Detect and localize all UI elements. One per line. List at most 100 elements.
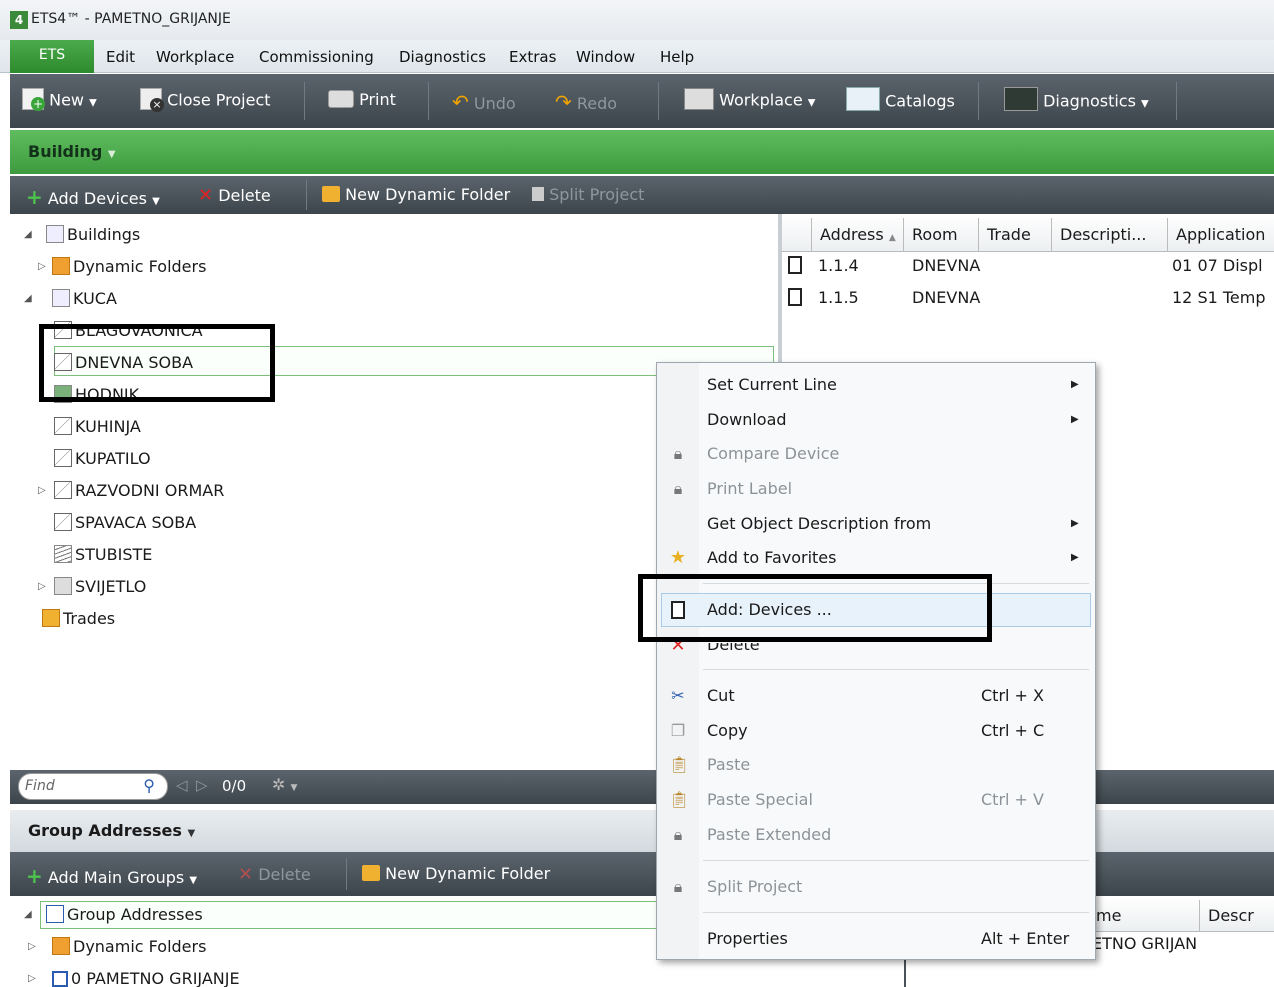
menu-item-cut[interactable]: Cut: [707, 686, 735, 705]
find-input[interactable]: Find ⚲: [18, 773, 168, 800]
tree-item-svijetlo[interactable]: ▷ SVIJETLO: [38, 574, 146, 600]
submenu-arrow-icon: ▶: [1071, 379, 1079, 390]
new-dynamic-folder-button[interactable]: New Dynamic Folder: [362, 864, 550, 883]
column-header-trade[interactable]: Trade: [979, 218, 1052, 252]
lock-icon: 🔒︎: [673, 877, 683, 896]
title-bar: 4 ETS4™ - PAMETNO_GRIJANJE: [0, 0, 1274, 40]
next-result-icon[interactable]: ▷: [196, 776, 208, 794]
toolbar-divider: [306, 180, 307, 210]
building-toolbar: + Add Devices ▼ ✕ Delete New Dynamic Fol…: [10, 176, 1274, 214]
menu-commissioning[interactable]: Commissioning: [259, 48, 374, 66]
column-header-name[interactable]: me: [1088, 900, 1200, 932]
lock-icon: 🔒︎: [673, 825, 683, 844]
room-icon: [54, 481, 72, 499]
menu-item-paste[interactable]: Paste: [707, 755, 750, 774]
menu-ets[interactable]: ETS: [10, 40, 94, 73]
tree-item-kuhinja[interactable]: KUHINJA: [54, 414, 141, 440]
tree-item-dynamic-folders[interactable]: ▷ Dynamic Folders: [24, 934, 206, 960]
collapsed-arrow-icon: ▷: [38, 485, 46, 496]
chevron-down-icon: ▼: [187, 828, 196, 839]
add-main-groups-button[interactable]: + Add Main Groups ▼: [26, 864, 197, 888]
group-addresses-title[interactable]: Group Addresses ▼: [28, 821, 195, 840]
chevron-down-icon: ▼: [152, 196, 160, 207]
menu-help[interactable]: Help: [660, 48, 694, 66]
menu-item-download[interactable]: Download: [707, 410, 787, 429]
menu-item-split-project[interactable]: Split Project: [707, 877, 802, 896]
tree-item-kupatilo[interactable]: KUPATILO: [54, 446, 151, 472]
main-toolbar: + New ▼ × Close Project Print ↶ Undo ↷ R…: [10, 74, 1274, 128]
tree-item-pametno-grijanje[interactable]: ▷ 0 PAMETNO GRIJANJE: [24, 966, 240, 987]
tree-item-stubiste[interactable]: STUBISTE: [54, 542, 152, 568]
add-devices-button[interactable]: + Add Devices ▼: [26, 185, 160, 209]
collapsed-arrow-icon: ▷: [28, 941, 36, 952]
chevron-down-icon: ▼: [807, 97, 816, 109]
menu-item-paste-special[interactable]: Paste Special: [707, 790, 813, 809]
building-title[interactable]: Building ▼: [28, 142, 116, 161]
split-project-button[interactable]: Split Project: [532, 185, 644, 204]
diagnostics-button[interactable]: Diagnostics ▼: [1004, 87, 1149, 114]
menu-window[interactable]: Window: [576, 48, 635, 66]
column-header-application[interactable]: Application: [1168, 218, 1274, 252]
chevron-down-icon: ▼: [1141, 98, 1149, 110]
window-title: ETS4™ - PAMETNO_GRIJANJE: [31, 11, 231, 27]
menu-item-print-label[interactable]: Print Label: [707, 479, 792, 498]
undo-button[interactable]: ↶ Undo: [452, 90, 516, 114]
collapsed-arrow-icon: ▷: [28, 973, 36, 984]
menu-item-compare-device[interactable]: Compare Device: [707, 444, 839, 463]
menu-item-set-current-line[interactable]: Set Current Line: [707, 375, 837, 394]
new-button[interactable]: + New ▼: [22, 88, 97, 112]
tree-item-spavaca-soba[interactable]: SPAVACA SOBA: [54, 510, 196, 536]
tree-item-group-addresses[interactable]: ◢ Group Addresses: [24, 902, 203, 928]
device-icon: [788, 256, 802, 274]
delete-button[interactable]: ✕ Delete: [238, 864, 311, 885]
submenu-arrow-icon: ▶: [1071, 552, 1079, 563]
submenu-arrow-icon: ▶: [1071, 414, 1079, 425]
delete-button[interactable]: ✕ Delete: [198, 185, 271, 206]
room-icon: [54, 417, 72, 435]
star-icon: ★: [669, 547, 687, 568]
menu-workplace[interactable]: Workplace: [156, 48, 234, 66]
table-row[interactable]: ETNO GRIJAN: [1092, 934, 1197, 953]
dynamic-folder-icon: [322, 186, 340, 202]
print-button[interactable]: Print: [328, 89, 396, 110]
gear-icon[interactable]: ✲ ▼: [272, 775, 297, 794]
menu-item-add-to-favorites[interactable]: Add to Favorites: [707, 548, 836, 567]
workplace-button[interactable]: Workplace ▼: [684, 88, 816, 112]
close-project-button[interactable]: × Close Project: [140, 88, 271, 112]
column-header-room[interactable]: Room: [904, 218, 979, 252]
new-dynamic-folder-button[interactable]: New Dynamic Folder: [322, 185, 510, 204]
table-row[interactable]: 1.1.4 DNEVNA 01 07 Displ: [788, 256, 1274, 286]
catalogs-button[interactable]: Catalogs: [846, 87, 955, 114]
toolbar-divider: [978, 82, 979, 120]
lock-icon: 🔒︎: [673, 444, 683, 463]
redo-button[interactable]: ↷ Redo: [555, 90, 617, 114]
tree-item-kuca[interactable]: ◢ KUCA: [24, 286, 117, 312]
annotation-box-add-devices: [638, 574, 992, 642]
search-icon: ⚲: [143, 776, 155, 795]
tree-item-razvodni-ormar[interactable]: ▷ RAZVODNI ORMAR: [38, 478, 224, 504]
column-header-address[interactable]: Address ▲: [812, 218, 904, 252]
prev-result-icon[interactable]: ◁: [176, 776, 188, 794]
menu-item-paste-extended[interactable]: Paste Extended: [707, 825, 831, 844]
table-row[interactable]: 1.1.5 DNEVNA 12 S1 Temp: [788, 288, 1274, 318]
dynamic-folder-icon: [362, 865, 380, 881]
column-header-icon[interactable]: [782, 218, 812, 252]
tree-item-trades[interactable]: Trades: [42, 606, 115, 632]
shortcut-cut: Ctrl + X: [981, 686, 1045, 705]
menu-item-copy[interactable]: Copy: [707, 721, 748, 740]
tree-item-buildings[interactable]: ◢ Buildings: [24, 222, 140, 248]
menu-item-get-object-description[interactable]: Get Object Description from: [707, 514, 931, 533]
column-header-description[interactable]: Descripti...: [1052, 218, 1168, 252]
submenu-arrow-icon: ▶: [1071, 518, 1079, 529]
menu-item-properties[interactable]: Properties: [707, 929, 788, 948]
context-menu: Set Current Line ▶ Download ▶ 🔒︎ Compare…: [656, 362, 1096, 960]
menu-edit[interactable]: Edit: [106, 48, 135, 66]
tree-item-dynamic-folders[interactable]: ▷ Dynamic Folders: [24, 254, 206, 280]
menu-diagnostics[interactable]: Diagnostics: [399, 48, 486, 66]
menu-extras[interactable]: Extras: [509, 48, 556, 66]
column-header-description[interactable]: Descr: [1200, 900, 1274, 932]
chevron-down-icon: ▼: [107, 149, 116, 160]
scissors-icon: ✂: [671, 686, 685, 705]
distribution-board-icon: [54, 577, 72, 595]
trades-icon: [42, 609, 60, 627]
